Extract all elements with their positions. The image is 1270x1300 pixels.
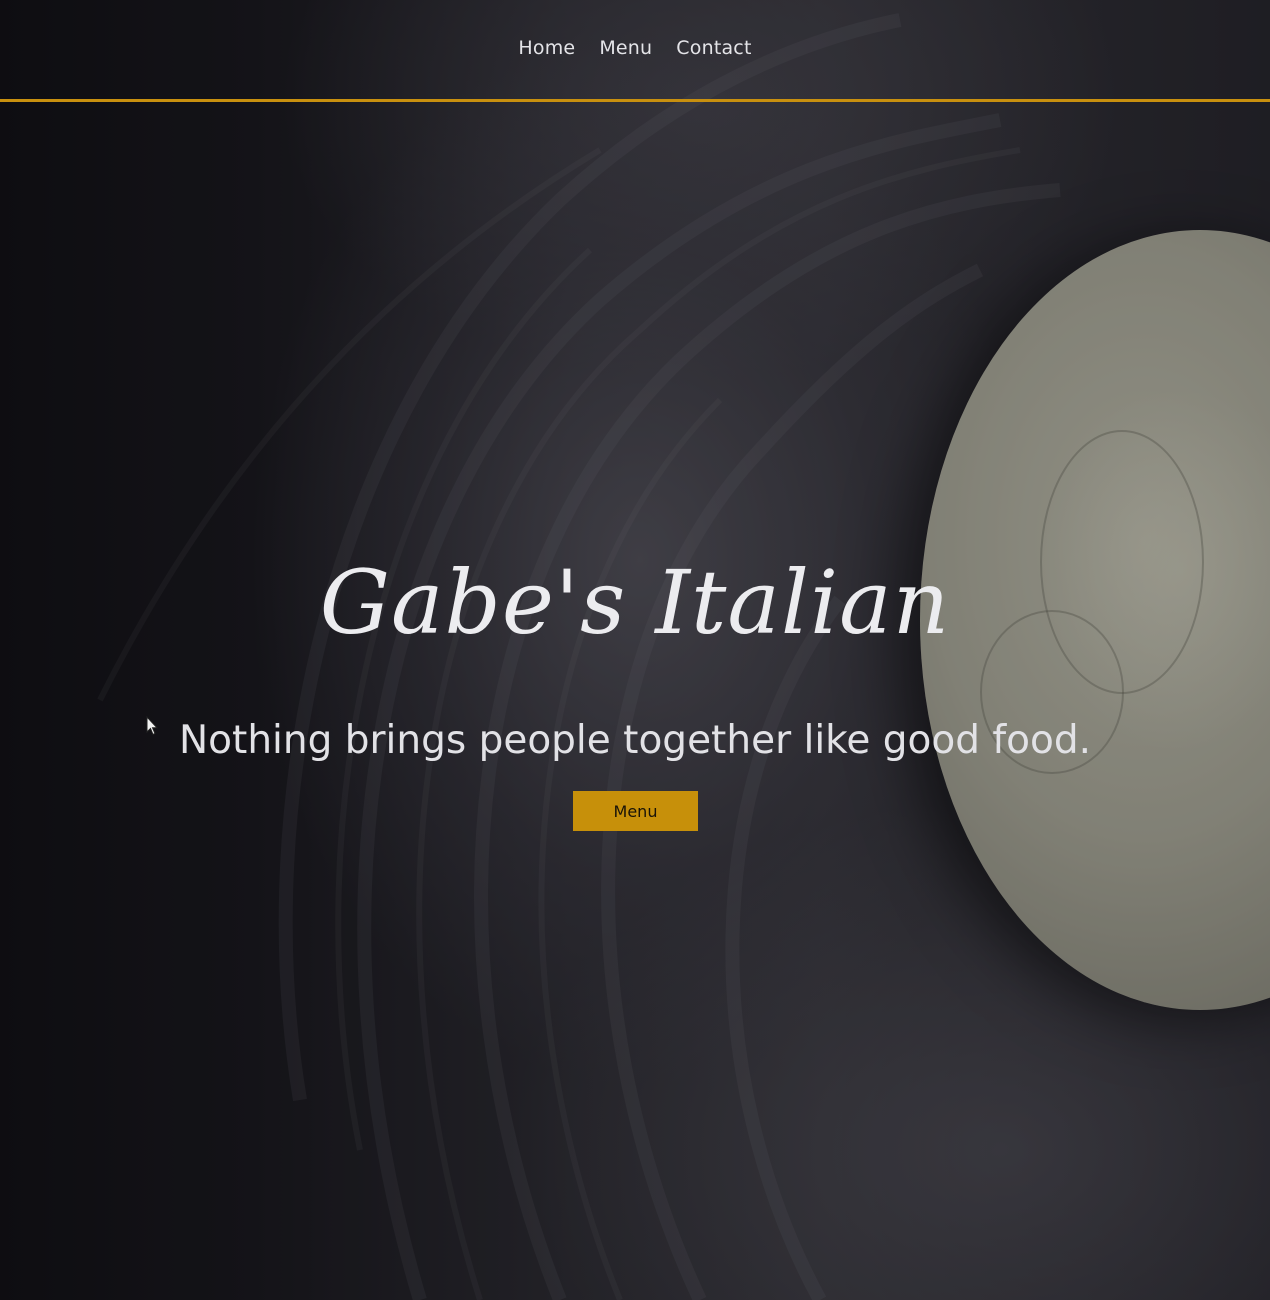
- restaurant-title: Gabe's Italian: [319, 551, 951, 654]
- arrow-pointer-icon: [146, 716, 158, 736]
- top-navigation: Home Menu Contact: [0, 0, 1270, 102]
- nav-link-menu[interactable]: Menu: [599, 37, 652, 59]
- nav-link-contact[interactable]: Contact: [676, 37, 751, 59]
- hero-tagline: Nothing brings people together like good…: [179, 718, 1091, 763]
- nav-link-home[interactable]: Home: [518, 37, 575, 59]
- menu-button[interactable]: Menu: [573, 791, 698, 831]
